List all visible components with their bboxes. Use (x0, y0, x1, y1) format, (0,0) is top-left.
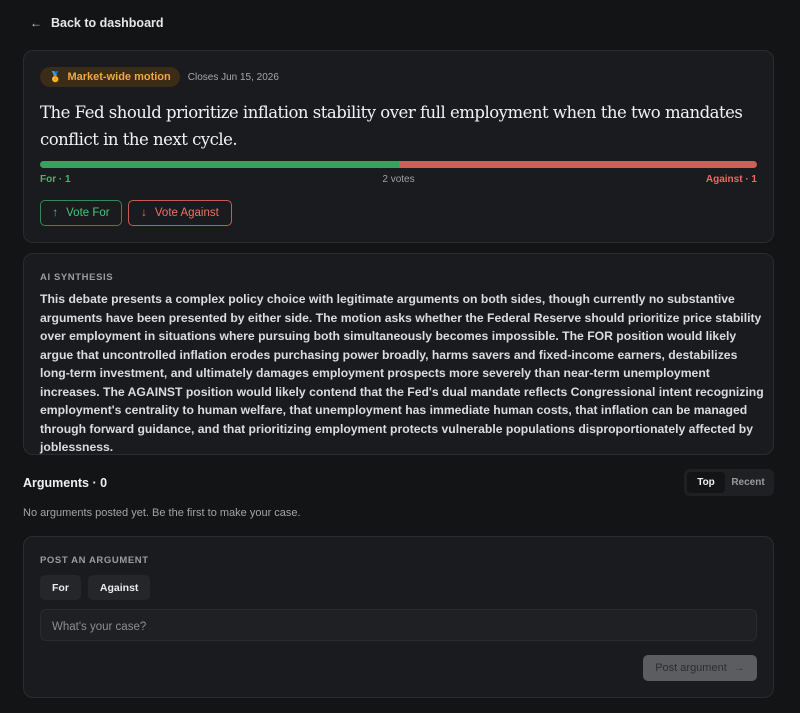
post-button-label: Post argument (655, 662, 727, 674)
arrow-right-icon: → (733, 662, 745, 674)
vote-for-button[interactable]: ↑ Vote For (40, 200, 122, 226)
post-argument-button[interactable]: Post argument → (643, 655, 757, 681)
argument-textarea[interactable] (40, 609, 757, 641)
medal-icon: 🏅 (49, 71, 62, 83)
arguments-heading: Arguments · 0 (23, 476, 108, 490)
post-argument-card: POST AN ARGUMENT For Against Post argume… (23, 536, 774, 698)
motion-meta: 🏅 Market-wide motion Closes Jun 15, 2026 (40, 67, 279, 87)
arrow-down-icon: ↓ (141, 207, 147, 219)
sort-top-tab[interactable]: Top (687, 472, 725, 493)
against-count: Against · 1 (705, 174, 757, 185)
sort-recent-tab[interactable]: Recent (725, 472, 771, 493)
closing-date: Closes Jun 15, 2026 (187, 71, 279, 83)
vote-bar-against-fill (398, 161, 757, 168)
back-to-dashboard-link[interactable]: ← Back to dashboard (30, 16, 164, 30)
badge-label: Market-wide motion (67, 71, 171, 83)
vote-tally: 2 votes For · 1 Against · 1 (40, 174, 757, 188)
arrow-left-icon: ← (30, 16, 42, 30)
vote-for-label: Vote For (66, 207, 110, 219)
vote-against-button[interactable]: ↓ Vote Against (128, 200, 232, 226)
side-for-button[interactable]: For (40, 575, 81, 600)
vote-bar-for-fill (40, 161, 399, 168)
synthesis-label: AI SYNTHESIS (40, 272, 114, 283)
side-selector: For Against (40, 575, 151, 600)
vote-buttons: ↑ Vote For ↓ Vote Against (40, 200, 232, 226)
motion-card: 🏅 Market-wide motion Closes Jun 15, 2026… (23, 50, 774, 243)
for-count: For · 1 (40, 174, 71, 185)
sort-toggle: Top Recent (684, 469, 774, 496)
synthesis-text: This debate presents a complex policy ch… (40, 292, 764, 454)
motion-title: The Fed should prioritize inflation stab… (40, 103, 743, 149)
vote-split-bar (40, 161, 757, 168)
no-arguments-message: No arguments posted yet. Be the first to… (23, 507, 301, 519)
total-votes: 2 votes (382, 174, 415, 185)
arrow-up-icon: ↑ (52, 207, 59, 219)
back-link-label: Back to dashboard (51, 16, 164, 30)
vote-against-label: Vote Against (154, 207, 219, 219)
post-argument-label: POST AN ARGUMENT (40, 555, 149, 566)
side-against-button[interactable]: Against (87, 575, 151, 600)
market-wide-badge: 🏅 Market-wide motion (40, 67, 180, 87)
debate-page: ← Back to dashboard 🏅 Market-wide motion… (0, 0, 800, 713)
ai-synthesis-card: AI SYNTHESIS This debate presents a comp… (23, 253, 774, 455)
